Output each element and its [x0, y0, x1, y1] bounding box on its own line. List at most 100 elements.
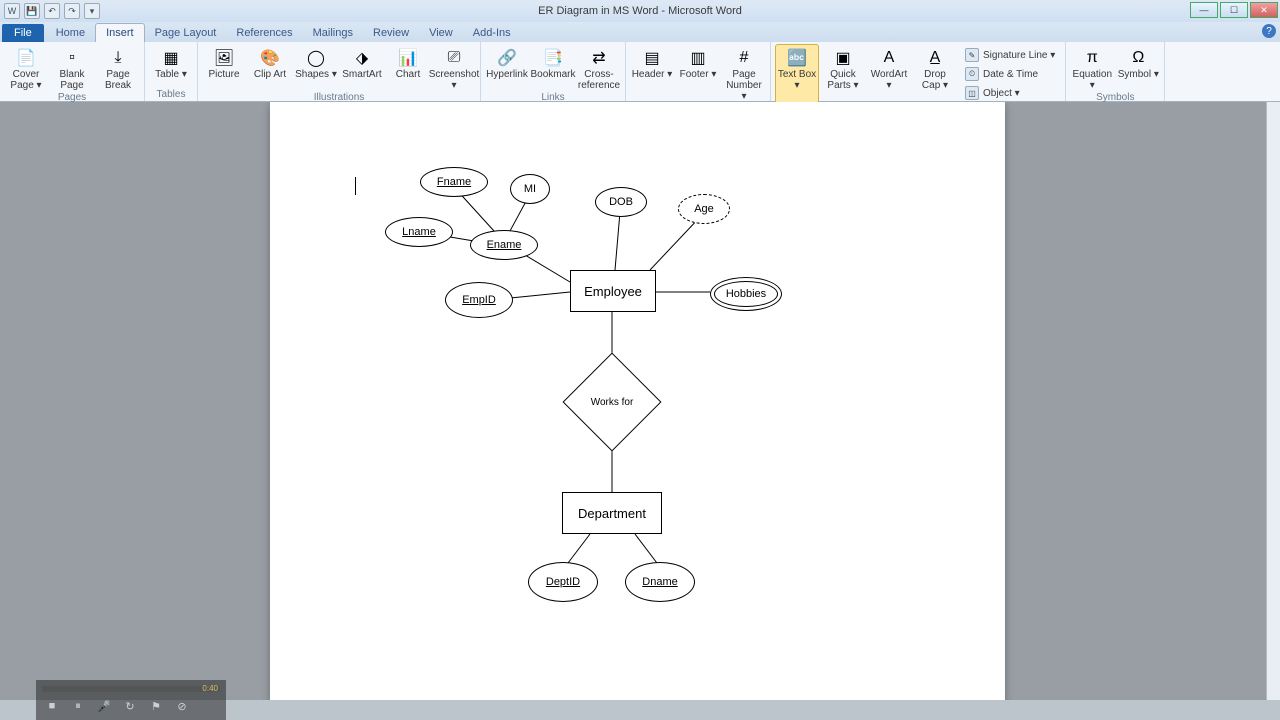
- hyperlink-button[interactable]: 🔗Hyperlink: [485, 44, 529, 92]
- screenshot-button[interactable]: ⎚Screenshot ▾: [432, 44, 476, 92]
- window-title: ER Diagram in MS Word - Microsoft Word: [0, 5, 1280, 17]
- attr-lname[interactable]: Lname: [385, 217, 453, 247]
- dropcap-button[interactable]: A̲Drop Cap ▾: [913, 44, 957, 104]
- hyperlink-icon: 🔗: [495, 47, 519, 69]
- dropcap-icon: A̲: [923, 47, 947, 69]
- undo-icon[interactable]: ↶: [44, 3, 60, 19]
- group-header-footer: ▤Header ▾ ▥Footer ▾ #Page Number ▾ Heade…: [626, 42, 771, 101]
- attr-ename[interactable]: Ename: [470, 230, 538, 260]
- maximize-button[interactable]: ☐: [1220, 2, 1248, 18]
- player-repeat-button[interactable]: ↻: [122, 698, 138, 714]
- quickparts-icon: ▣: [831, 47, 855, 69]
- signature-button[interactable]: ✎Signature Line ▾: [961, 46, 1059, 64]
- player-stop-button[interactable]: ■: [44, 698, 60, 714]
- tab-mailings[interactable]: Mailings: [303, 24, 363, 42]
- footer-icon: ▥: [686, 47, 710, 69]
- player-marker-button[interactable]: ⚑: [148, 698, 164, 714]
- qat-more-icon[interactable]: ▾: [84, 3, 100, 19]
- document-area[interactable]: Fname MI Lname Ename DOB Age EmpID Emplo…: [0, 102, 1266, 700]
- shapes-icon: ◯: [304, 47, 328, 69]
- player-mic-button[interactable]: 🎤: [96, 698, 112, 714]
- help-icon[interactable]: ?: [1262, 24, 1276, 38]
- datetime-icon: ⏲: [965, 67, 979, 81]
- wordart-icon: A: [877, 47, 901, 69]
- cover-page-button[interactable]: 📄Cover Page ▾: [4, 44, 48, 92]
- group-symbols: πEquation ▾ ΩSymbol ▾ Symbols: [1066, 42, 1165, 101]
- cover-page-icon: 📄: [14, 47, 38, 69]
- ribbon: 📄Cover Page ▾ ▫Blank Page ⤓Page Break Pa…: [0, 42, 1280, 102]
- screenshot-icon: ⎚: [442, 47, 466, 69]
- player-time: 0:40: [202, 684, 218, 693]
- crossref-button[interactable]: ⇄Cross-reference: [577, 44, 621, 92]
- attr-deptid[interactable]: DeptID: [528, 562, 598, 602]
- tab-review[interactable]: Review: [363, 24, 419, 42]
- page-break-icon: ⤓: [106, 47, 130, 69]
- wordart-button[interactable]: AWordArt ▾: [867, 44, 911, 104]
- quick-access-toolbar: W 💾 ↶ ↷ ▾: [0, 3, 100, 19]
- rel-worksfor[interactable]: Works for: [582, 372, 642, 432]
- tab-home[interactable]: Home: [46, 24, 95, 42]
- close-button[interactable]: ✕: [1250, 2, 1278, 18]
- picture-icon: 🖼: [212, 47, 236, 69]
- clipart-icon: 🎨: [258, 47, 282, 69]
- save-icon[interactable]: 💾: [24, 3, 40, 19]
- tab-references[interactable]: References: [226, 24, 302, 42]
- pagenum-button[interactable]: #Page Number ▾: [722, 44, 766, 103]
- group-label: Tables: [149, 89, 193, 101]
- equation-icon: π: [1080, 47, 1104, 69]
- group-tables: ▦Table ▾ Tables: [145, 42, 198, 101]
- tab-insert[interactable]: Insert: [95, 23, 145, 42]
- attr-hobbies[interactable]: Hobbies: [710, 277, 782, 311]
- attr-age[interactable]: Age: [678, 194, 730, 224]
- player-cancel-button[interactable]: ⊘: [174, 698, 190, 714]
- textbox-button[interactable]: 🔤Text Box ▾: [775, 44, 819, 104]
- attr-empid[interactable]: EmpID: [445, 282, 513, 318]
- clipart-button[interactable]: 🎨Clip Art: [248, 44, 292, 92]
- attr-fname[interactable]: Fname: [420, 167, 488, 197]
- header-button[interactable]: ▤Header ▾: [630, 44, 674, 103]
- group-text: 🔤Text Box ▾ ▣Quick Parts ▾ AWordArt ▾ A̲…: [771, 42, 1066, 101]
- entity-employee[interactable]: Employee: [570, 270, 656, 312]
- attr-dob[interactable]: DOB: [595, 187, 647, 217]
- entity-department[interactable]: Department: [562, 492, 662, 534]
- blank-page-icon: ▫: [60, 47, 84, 69]
- player-pause-button[interactable]: ⏸: [70, 698, 86, 714]
- table-icon: ▦: [159, 47, 183, 69]
- chart-button[interactable]: 📊Chart: [386, 44, 430, 92]
- bookmark-button[interactable]: 📑Bookmark: [531, 44, 575, 92]
- footer-button[interactable]: ▥Footer ▾: [676, 44, 720, 103]
- group-links: 🔗Hyperlink 📑Bookmark ⇄Cross-reference Li…: [481, 42, 626, 101]
- object-button[interactable]: ◫Object ▾: [961, 84, 1059, 102]
- title-bar: W 💾 ↶ ↷ ▾ ER Diagram in MS Word - Micros…: [0, 0, 1280, 22]
- redo-icon[interactable]: ↷: [64, 3, 80, 19]
- textbox-icon: 🔤: [785, 47, 809, 69]
- page[interactable]: Fname MI Lname Ename DOB Age EmpID Emplo…: [270, 102, 1005, 700]
- attr-mi[interactable]: MI: [510, 174, 550, 204]
- word-icon: W: [4, 3, 20, 19]
- tab-pagelayout[interactable]: Page Layout: [145, 24, 227, 42]
- chart-icon: 📊: [396, 47, 420, 69]
- quickparts-button[interactable]: ▣Quick Parts ▾: [821, 44, 865, 104]
- table-button[interactable]: ▦Table ▾: [149, 44, 193, 81]
- smartart-button[interactable]: ⬗SmartArt: [340, 44, 384, 92]
- player-timeline[interactable]: 0:40: [42, 686, 220, 692]
- picture-button[interactable]: 🖼Picture: [202, 44, 246, 92]
- datetime-button[interactable]: ⏲Date & Time: [961, 65, 1059, 83]
- shapes-button[interactable]: ◯Shapes ▾: [294, 44, 338, 92]
- attr-dname[interactable]: Dname: [625, 562, 695, 602]
- page-break-button[interactable]: ⤓Page Break: [96, 44, 140, 92]
- symbol-button[interactable]: ΩSymbol ▾: [1116, 44, 1160, 92]
- group-pages: 📄Cover Page ▾ ▫Blank Page ⤓Page Break Pa…: [0, 42, 145, 101]
- header-icon: ▤: [640, 47, 664, 69]
- pagenum-icon: #: [732, 47, 756, 69]
- crossref-icon: ⇄: [587, 47, 611, 69]
- vertical-scrollbar[interactable]: [1266, 102, 1280, 700]
- tab-file[interactable]: File: [2, 24, 44, 42]
- minimize-button[interactable]: —: [1190, 2, 1218, 18]
- tab-view[interactable]: View: [419, 24, 463, 42]
- video-player-overlay: 0:40 ■ ⏸ 🎤 ↻ ⚑ ⊘: [36, 680, 226, 720]
- blank-page-button[interactable]: ▫Blank Page: [50, 44, 94, 92]
- tab-addins[interactable]: Add-Ins: [463, 24, 521, 42]
- equation-button[interactable]: πEquation ▾: [1070, 44, 1114, 92]
- text-cursor: [355, 177, 356, 195]
